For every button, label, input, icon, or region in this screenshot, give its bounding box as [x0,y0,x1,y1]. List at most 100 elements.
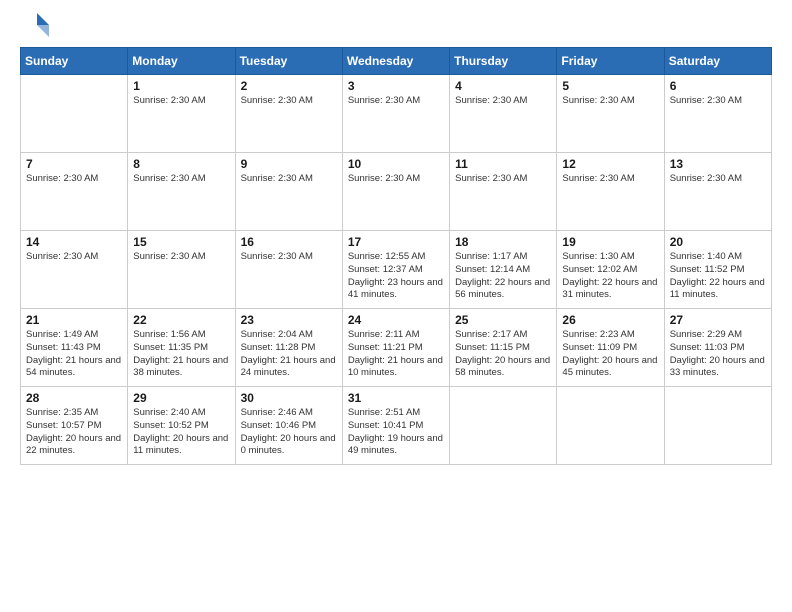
day-info: Sunrise: 1:30 AMSunset: 12:02 AMDaylight… [562,251,658,302]
day-number: 21 [26,313,122,327]
day-cell: 31 Sunrise: 2:51 AMSunset: 10:41 PMDaylig… [342,387,449,465]
day-number: 16 [241,235,337,249]
day-number: 4 [455,79,551,93]
header [20,15,772,39]
day-number: 17 [348,235,444,249]
day-cell: 4 Sunrise: 2:30 AM [450,75,557,153]
day-cell: 8 Sunrise: 2:30 AM [128,153,235,231]
day-cell [557,387,664,465]
day-cell: 25 Sunrise: 2:17 AMSunset: 11:15 PMDaylig… [450,309,557,387]
day-cell [664,387,771,465]
weekday-header-monday: Monday [128,48,235,75]
weekday-header-wednesday: Wednesday [342,48,449,75]
day-number: 20 [670,235,766,249]
week-row-4: 21 Sunrise: 1:49 AMSunset: 11:43 PMDaylig… [21,309,772,387]
day-number: 31 [348,391,444,405]
day-cell: 29 Sunrise: 2:40 AMSunset: 10:52 PMDaylig… [128,387,235,465]
day-info: Sunrise: 2:30 AM [455,95,551,108]
day-info: Sunrise: 2:11 AMSunset: 11:21 PMDaylight… [348,329,444,380]
day-number: 13 [670,157,766,171]
day-info: Sunrise: 2:23 AMSunset: 11:09 PMDaylight… [562,329,658,380]
week-row-5: 28Sunrise: 2:35 AMSunset: 10:57 PMDaylig… [21,387,772,465]
day-number: 18 [455,235,551,249]
day-info: Sunrise: 2:30 AM [348,173,444,186]
day-cell: 16 Sunrise: 2:30 AM [235,231,342,309]
day-number: 10 [348,157,444,171]
day-number: 27 [670,313,766,327]
day-info: Sunrise: 1:40 AMSunset: 11:52 PMDaylight… [670,251,766,302]
day-number: 6 [670,79,766,93]
logo [20,15,51,39]
day-info: Sunrise: 2:30 AM [26,173,122,186]
weekday-header-thursday: Thursday [450,48,557,75]
day-cell: 19 Sunrise: 1:30 AMSunset: 12:02 AMDaylig… [557,231,664,309]
day-number: 24 [348,313,444,327]
day-number: 29 [133,391,229,405]
logo-icon [23,11,51,39]
day-number: 1 [133,79,229,93]
day-cell: 12 Sunrise: 2:30 AM [557,153,664,231]
day-cell [450,387,557,465]
day-cell: 24 Sunrise: 2:11 AMSunset: 11:21 PMDaylig… [342,309,449,387]
day-cell: 18Sunrise: 1:17 AMSunset: 12:14 AMDaylig… [450,231,557,309]
day-number: 22 [133,313,229,327]
day-info: Sunrise: 2:30 AM [133,95,229,108]
day-info: Sunrise: 2:30 AM [562,173,658,186]
day-info: Sunrise: 2:30 AM [133,251,229,264]
day-number: 14 [26,235,122,249]
day-info: Sunrise: 2:51 AMSunset: 10:41 PMDaylight… [348,407,444,458]
day-number: 12 [562,157,658,171]
day-number: 26 [562,313,658,327]
day-info: Sunrise: 2:30 AM [241,173,337,186]
day-number: 19 [562,235,658,249]
day-cell: 5 Sunrise: 2:30 AM [557,75,664,153]
day-info: Sunrise: 2:30 AM [241,95,337,108]
day-info: Sunrise: 2:17 AMSunset: 11:15 PMDaylight… [455,329,551,380]
day-info: Sunrise: 2:30 AM [670,95,766,108]
day-number: 2 [241,79,337,93]
day-number: 3 [348,79,444,93]
day-cell: 1 Sunrise: 2:30 AM [128,75,235,153]
day-cell: 17 Sunrise: 12:55 AMSunset: 12:37 AMDayli… [342,231,449,309]
day-cell: 7 Sunrise: 2:30 AM [21,153,128,231]
day-cell: 9 Sunrise: 2:30 AM [235,153,342,231]
day-cell: 23Sunrise: 2:04 AMSunset: 11:28 PMDaylig… [235,309,342,387]
day-info: Sunrise: 1:56 AMSunset: 11:35 PMDaylight… [133,329,229,380]
day-cell [21,75,128,153]
day-number: 9 [241,157,337,171]
day-number: 11 [455,157,551,171]
day-cell: 3 Sunrise: 2:30 AM [342,75,449,153]
day-cell: 22 Sunrise: 1:56 AMSunset: 11:35 PMDaylig… [128,309,235,387]
page-container: SundayMondayTuesdayWednesdayThursdayFrid… [0,0,792,612]
day-number: 15 [133,235,229,249]
week-row-1: 1 Sunrise: 2:30 AM 2 Sunrise: 2:30 AM 3 Sunri… [21,75,772,153]
day-info: Sunrise: 2:29 AMSunset: 11:03 PMDaylight… [670,329,766,380]
calendar: SundayMondayTuesdayWednesdayThursdayFrid… [20,47,772,465]
day-cell: 21 Sunrise: 1:49 AMSunset: 11:43 PMDaylig… [21,309,128,387]
day-info: Sunrise: 2:30 AM [26,251,122,264]
day-cell: 27 Sunrise: 2:29 AMSunset: 11:03 PMDaylig… [664,309,771,387]
day-info: Sunrise: 1:49 AMSunset: 11:43 PMDaylight… [26,329,122,380]
day-info: Sunrise: 2:30 AM [455,173,551,186]
day-info: Sunrise: 12:55 AMSunset: 12:37 AMDayligh… [348,251,444,302]
day-cell: 6 Sunrise: 2:30 AM [664,75,771,153]
day-cell: 14 Sunrise: 2:30 AM [21,231,128,309]
day-cell: 11 Sunrise: 2:30 AM [450,153,557,231]
day-info: Sunrise: 2:35 AMSunset: 10:57 PMDaylight… [26,407,122,458]
day-cell: 2 Sunrise: 2:30 AM [235,75,342,153]
day-cell: 10 Sunrise: 2:30 AM [342,153,449,231]
day-info: Sunrise: 2:30 AM [562,95,658,108]
day-cell: 26 Sunrise: 2:23 AMSunset: 11:09 PMDaylig… [557,309,664,387]
week-row-3: 14 Sunrise: 2:30 AM 15 Sunrise: 2:30 AM 16 Su… [21,231,772,309]
day-number: 7 [26,157,122,171]
weekday-header-sunday: Sunday [21,48,128,75]
day-number: 8 [133,157,229,171]
day-info: Sunrise: 2:30 AM [348,95,444,108]
day-info: Sunrise: 2:30 AM [133,173,229,186]
day-number: 30 [241,391,337,405]
day-number: 25 [455,313,551,327]
day-info: Sunrise: 2:40 AMSunset: 10:52 PMDaylight… [133,407,229,458]
day-info: Sunrise: 2:30 AM [241,251,337,264]
day-number: 5 [562,79,658,93]
day-cell: 30Sunrise: 2:46 AMSunset: 10:46 PMDaylig… [235,387,342,465]
